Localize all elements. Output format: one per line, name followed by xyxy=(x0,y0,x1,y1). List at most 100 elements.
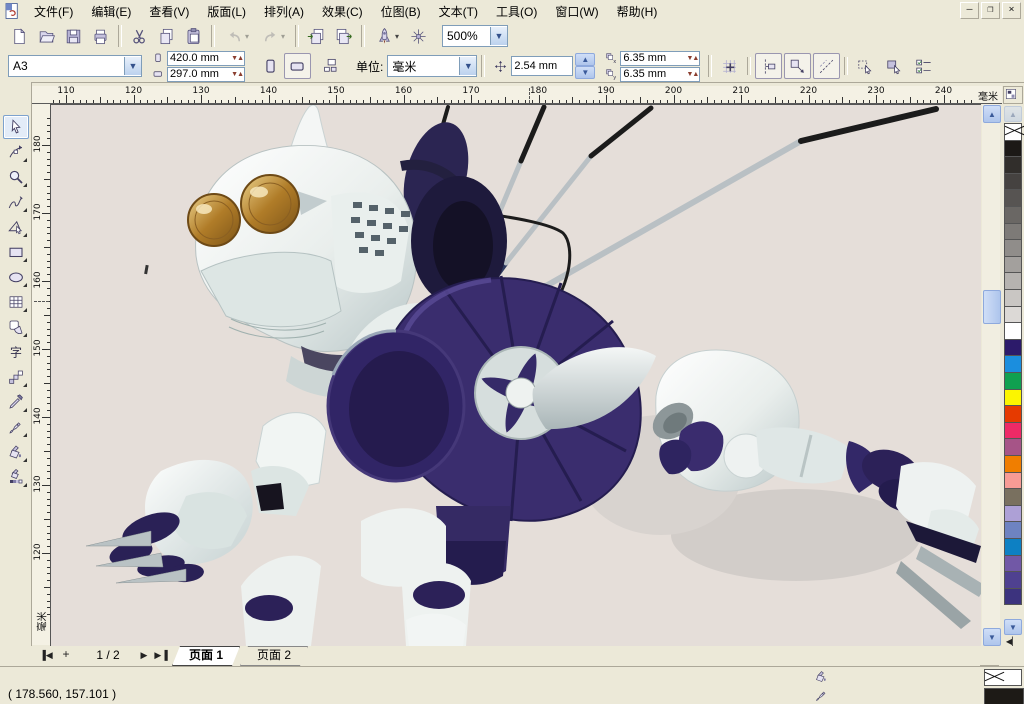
interactive-blend-tool[interactable] xyxy=(3,365,29,389)
scroll-up-button[interactable]: ▲ xyxy=(983,105,1001,123)
print-document-button[interactable] xyxy=(87,23,114,49)
scroll-down-button[interactable]: ▼ xyxy=(983,628,1001,646)
paper-width-input[interactable] xyxy=(168,53,230,64)
outline-tool-flyout-arrow[interactable] xyxy=(23,433,27,437)
smart-drawing-tool[interactable] xyxy=(3,215,29,239)
basic-shapes-tool[interactable] xyxy=(3,315,29,339)
palette-swatch-no-fill[interactable] xyxy=(1004,123,1022,141)
palette-options-button[interactable] xyxy=(1003,86,1023,104)
palette-scroll-down-button[interactable]: ▼ xyxy=(1004,619,1022,635)
menu-item-6[interactable]: 位图(B) xyxy=(372,0,430,23)
shape-tool-flyout-arrow[interactable] xyxy=(23,158,27,162)
vertical-ruler[interactable]: 120130140150160170180毫米 xyxy=(32,104,51,645)
vertical-scroll-thumb[interactable] xyxy=(983,290,1001,324)
menu-item-2[interactable]: 查看(V) xyxy=(140,0,198,23)
horizontal-ruler[interactable]: 1101201301401501601701801902002102202302… xyxy=(32,86,1002,104)
palette-swatch-28[interactable] xyxy=(1004,588,1022,606)
units-dropdown-button[interactable]: ▼ xyxy=(459,57,476,75)
ellipse-tool[interactable] xyxy=(3,265,29,289)
palette-swatch-10[interactable] xyxy=(1004,289,1022,307)
paper-width-spinner[interactable]: ▼▲ xyxy=(230,53,244,64)
menu-item-1[interactable]: 编辑(E) xyxy=(82,0,140,23)
interactive-fill-tool[interactable] xyxy=(3,465,29,489)
paper-type-combobox[interactable]: A3 ▼ xyxy=(8,55,142,77)
duplicate-y-field[interactable]: ▼▲ xyxy=(620,67,700,82)
interactive-blend-tool-flyout-arrow[interactable] xyxy=(23,383,27,387)
palette-swatch-19[interactable] xyxy=(1004,438,1022,456)
rectangle-tool[interactable] xyxy=(3,240,29,264)
fill-tool[interactable] xyxy=(3,440,29,464)
palette-swatch-22[interactable] xyxy=(1004,488,1022,506)
snap-to-grid-button[interactable] xyxy=(716,53,743,79)
minimize-button[interactable]: – xyxy=(960,2,979,19)
zoom-tool-flyout-arrow[interactable] xyxy=(23,183,27,187)
text-tool[interactable] xyxy=(3,340,29,364)
snap-to-guidelines-button[interactable] xyxy=(755,53,782,79)
smart-drawing-tool-flyout-arrow[interactable] xyxy=(23,233,27,237)
application-launcher-button[interactable]: ▾ xyxy=(369,23,405,49)
palette-swatch-6[interactable] xyxy=(1004,223,1022,241)
palette-swatch-11[interactable] xyxy=(1004,306,1022,324)
vertical-scrollbar[interactable]: ▲ ▼ xyxy=(982,104,1000,645)
menu-item-4[interactable]: 排列(A) xyxy=(255,0,313,23)
paper-width-field[interactable]: ▼▲ xyxy=(167,51,245,66)
menu-item-10[interactable]: 帮助(H) xyxy=(608,0,667,23)
palette-swatch-17[interactable] xyxy=(1004,405,1022,423)
duplicate-x-field[interactable]: ▼▲ xyxy=(620,51,700,66)
zoom-tool[interactable] xyxy=(3,165,29,189)
application-launcher-dropdown-arrow[interactable]: ▾ xyxy=(395,32,399,41)
nudge-spinner[interactable]: ▲ ▼ xyxy=(575,53,595,79)
palette-swatch-2[interactable] xyxy=(1004,156,1022,174)
next-page-button[interactable]: ▶ xyxy=(136,647,152,663)
palette-swatch-13[interactable] xyxy=(1004,339,1022,357)
pick-tool[interactable] xyxy=(3,115,29,139)
paper-height-input[interactable] xyxy=(168,69,230,80)
shape-tool[interactable] xyxy=(3,140,29,164)
undo-dropdown-arrow[interactable]: ▾ xyxy=(245,32,249,41)
interactive-fill-tool-flyout-arrow[interactable] xyxy=(23,483,27,487)
fill-tool-flyout-arrow[interactable] xyxy=(23,458,27,462)
new-document-button[interactable] xyxy=(6,23,33,49)
undo-button[interactable]: ▾ xyxy=(219,23,255,49)
palette-swatch-20[interactable] xyxy=(1004,455,1022,473)
palette-swatch-24[interactable] xyxy=(1004,521,1022,539)
rectangle-tool-flyout-arrow[interactable] xyxy=(23,258,27,262)
paper-type-dropdown-button[interactable]: ▼ xyxy=(124,57,141,75)
page-tab-2[interactable]: 页面 2 xyxy=(240,646,308,666)
landscape-orientation-button[interactable] xyxy=(284,53,311,79)
set-for-all-pages-button[interactable] xyxy=(317,53,344,79)
close-button[interactable]: × xyxy=(1002,2,1021,19)
palette-swatch-16[interactable] xyxy=(1004,389,1022,407)
palette-swatch-15[interactable] xyxy=(1004,372,1022,390)
snap-to-objects-button[interactable] xyxy=(784,53,811,79)
box-selection-mode-button[interactable] xyxy=(881,53,908,79)
palette-swatch-7[interactable] xyxy=(1004,239,1022,257)
eyedropper-tool[interactable] xyxy=(3,390,29,414)
duplicate-x-spinner[interactable]: ▼▲ xyxy=(685,53,699,64)
nudge-offset-field[interactable] xyxy=(511,56,573,76)
nudge-offset-input[interactable] xyxy=(512,61,572,72)
menu-item-0[interactable]: 文件(F) xyxy=(25,0,82,23)
palette-swatch-5[interactable] xyxy=(1004,206,1022,224)
freehand-tool-flyout-arrow[interactable] xyxy=(23,208,27,212)
menu-item-3[interactable]: 版面(L) xyxy=(198,0,255,23)
palette-swatch-9[interactable] xyxy=(1004,272,1022,290)
menu-item-9[interactable]: 窗口(W) xyxy=(546,0,607,23)
palette-swatch-26[interactable] xyxy=(1004,555,1022,573)
paper-height-spinner[interactable]: ▼▲ xyxy=(230,69,244,80)
import-button[interactable] xyxy=(303,23,330,49)
save-document-button[interactable] xyxy=(60,23,87,49)
menu-item-5[interactable]: 效果(C) xyxy=(313,0,372,23)
eyedropper-tool-flyout-arrow[interactable] xyxy=(23,408,27,412)
add-page-button[interactable]: + xyxy=(58,647,74,663)
menu-item-8[interactable]: 工具(O) xyxy=(487,0,546,23)
last-page-button[interactable]: ▶▐ xyxy=(153,647,169,663)
palette-swatch-18[interactable] xyxy=(1004,422,1022,440)
palette-swatch-23[interactable] xyxy=(1004,505,1022,523)
palette-swatch-4[interactable] xyxy=(1004,189,1022,207)
drawing-canvas[interactable] xyxy=(50,104,981,646)
paper-height-field[interactable]: ▼▲ xyxy=(167,67,245,82)
nudge-spin-down[interactable]: ▼ xyxy=(575,66,595,79)
dynamic-guides-button[interactable] xyxy=(813,53,840,79)
graph-paper-tool-flyout-arrow[interactable] xyxy=(23,308,27,312)
